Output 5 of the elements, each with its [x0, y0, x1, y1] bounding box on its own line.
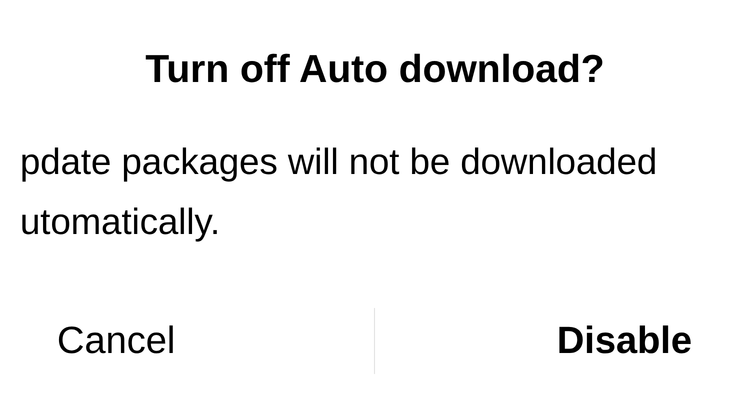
dialog-message: utomatically. — [20, 200, 220, 244]
dialog-message: pdate packages will not be downloaded — [20, 140, 658, 184]
cancel-button[interactable]: Cancel — [0, 308, 374, 374]
disable-button[interactable]: Disable — [375, 308, 750, 374]
dialog-title: Turn off Auto download? — [145, 48, 605, 92]
